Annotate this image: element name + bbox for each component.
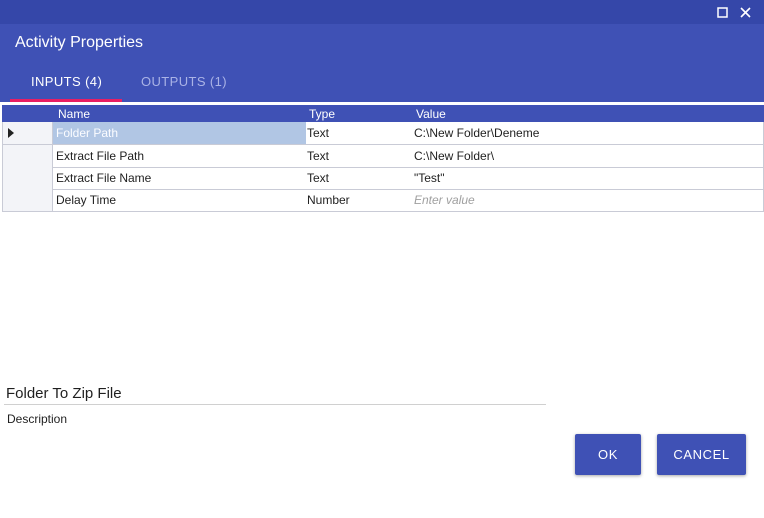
cancel-button[interactable]: CANCEL [657,434,746,475]
grid-border-left [2,122,3,211]
row-selector[interactable] [2,122,53,144]
value-cell[interactable]: Enter value [414,189,764,211]
maximize-icon[interactable] [714,4,730,20]
ok-button[interactable]: OK [575,434,641,475]
table-row[interactable]: Extract File Path Text C:\New Folder\ [2,145,764,168]
grid-header: Name Type Value [2,105,764,122]
close-icon[interactable] [737,4,753,20]
type-cell[interactable]: Text [307,145,412,167]
dialog-header: Activity Properties INPUTS (4) OUTPUTS (… [0,0,764,102]
column-header-name[interactable]: Name [58,107,90,121]
type-cell[interactable]: Text [307,167,412,189]
name-cell[interactable]: Extract File Name [53,167,306,189]
type-cell[interactable]: Number [307,189,412,211]
tab-outputs[interactable]: OUTPUTS (1) [141,74,227,89]
active-tab-indicator [10,99,122,102]
name-cell[interactable]: Extract File Path [53,145,306,167]
inputs-grid: Name Type Value Folder Path Text C:\New … [2,105,764,212]
activity-name-underline [4,404,546,405]
table-row[interactable]: Folder Path Text C:\New Folder\Deneme [2,122,764,145]
row-selector[interactable] [2,189,53,211]
column-header-type[interactable]: Type [309,107,335,121]
table-row[interactable]: Extract File Name Text "Test" [2,167,764,190]
tab-inputs[interactable]: INPUTS (4) [31,74,102,89]
value-cell[interactable]: "Test" [414,167,764,189]
row-selector[interactable] [2,167,53,189]
name-cell[interactable]: Delay Time [53,189,306,211]
description-label: Description [7,412,68,426]
table-row[interactable]: Delay Time Number Enter value [2,189,764,212]
value-cell[interactable]: C:\New Folder\ [414,145,764,167]
dialog-title: Activity Properties [15,34,144,51]
value-cell[interactable]: C:\New Folder\Deneme [414,122,764,144]
current-row-arrow-icon [8,128,14,138]
title-bar [0,0,764,24]
type-cell[interactable]: Text [307,122,412,144]
row-selector[interactable] [2,145,53,167]
column-header-value[interactable]: Value [416,107,446,121]
name-cell[interactable]: Folder Path [53,122,306,144]
activity-name-field[interactable]: Folder To Zip File [6,385,122,402]
